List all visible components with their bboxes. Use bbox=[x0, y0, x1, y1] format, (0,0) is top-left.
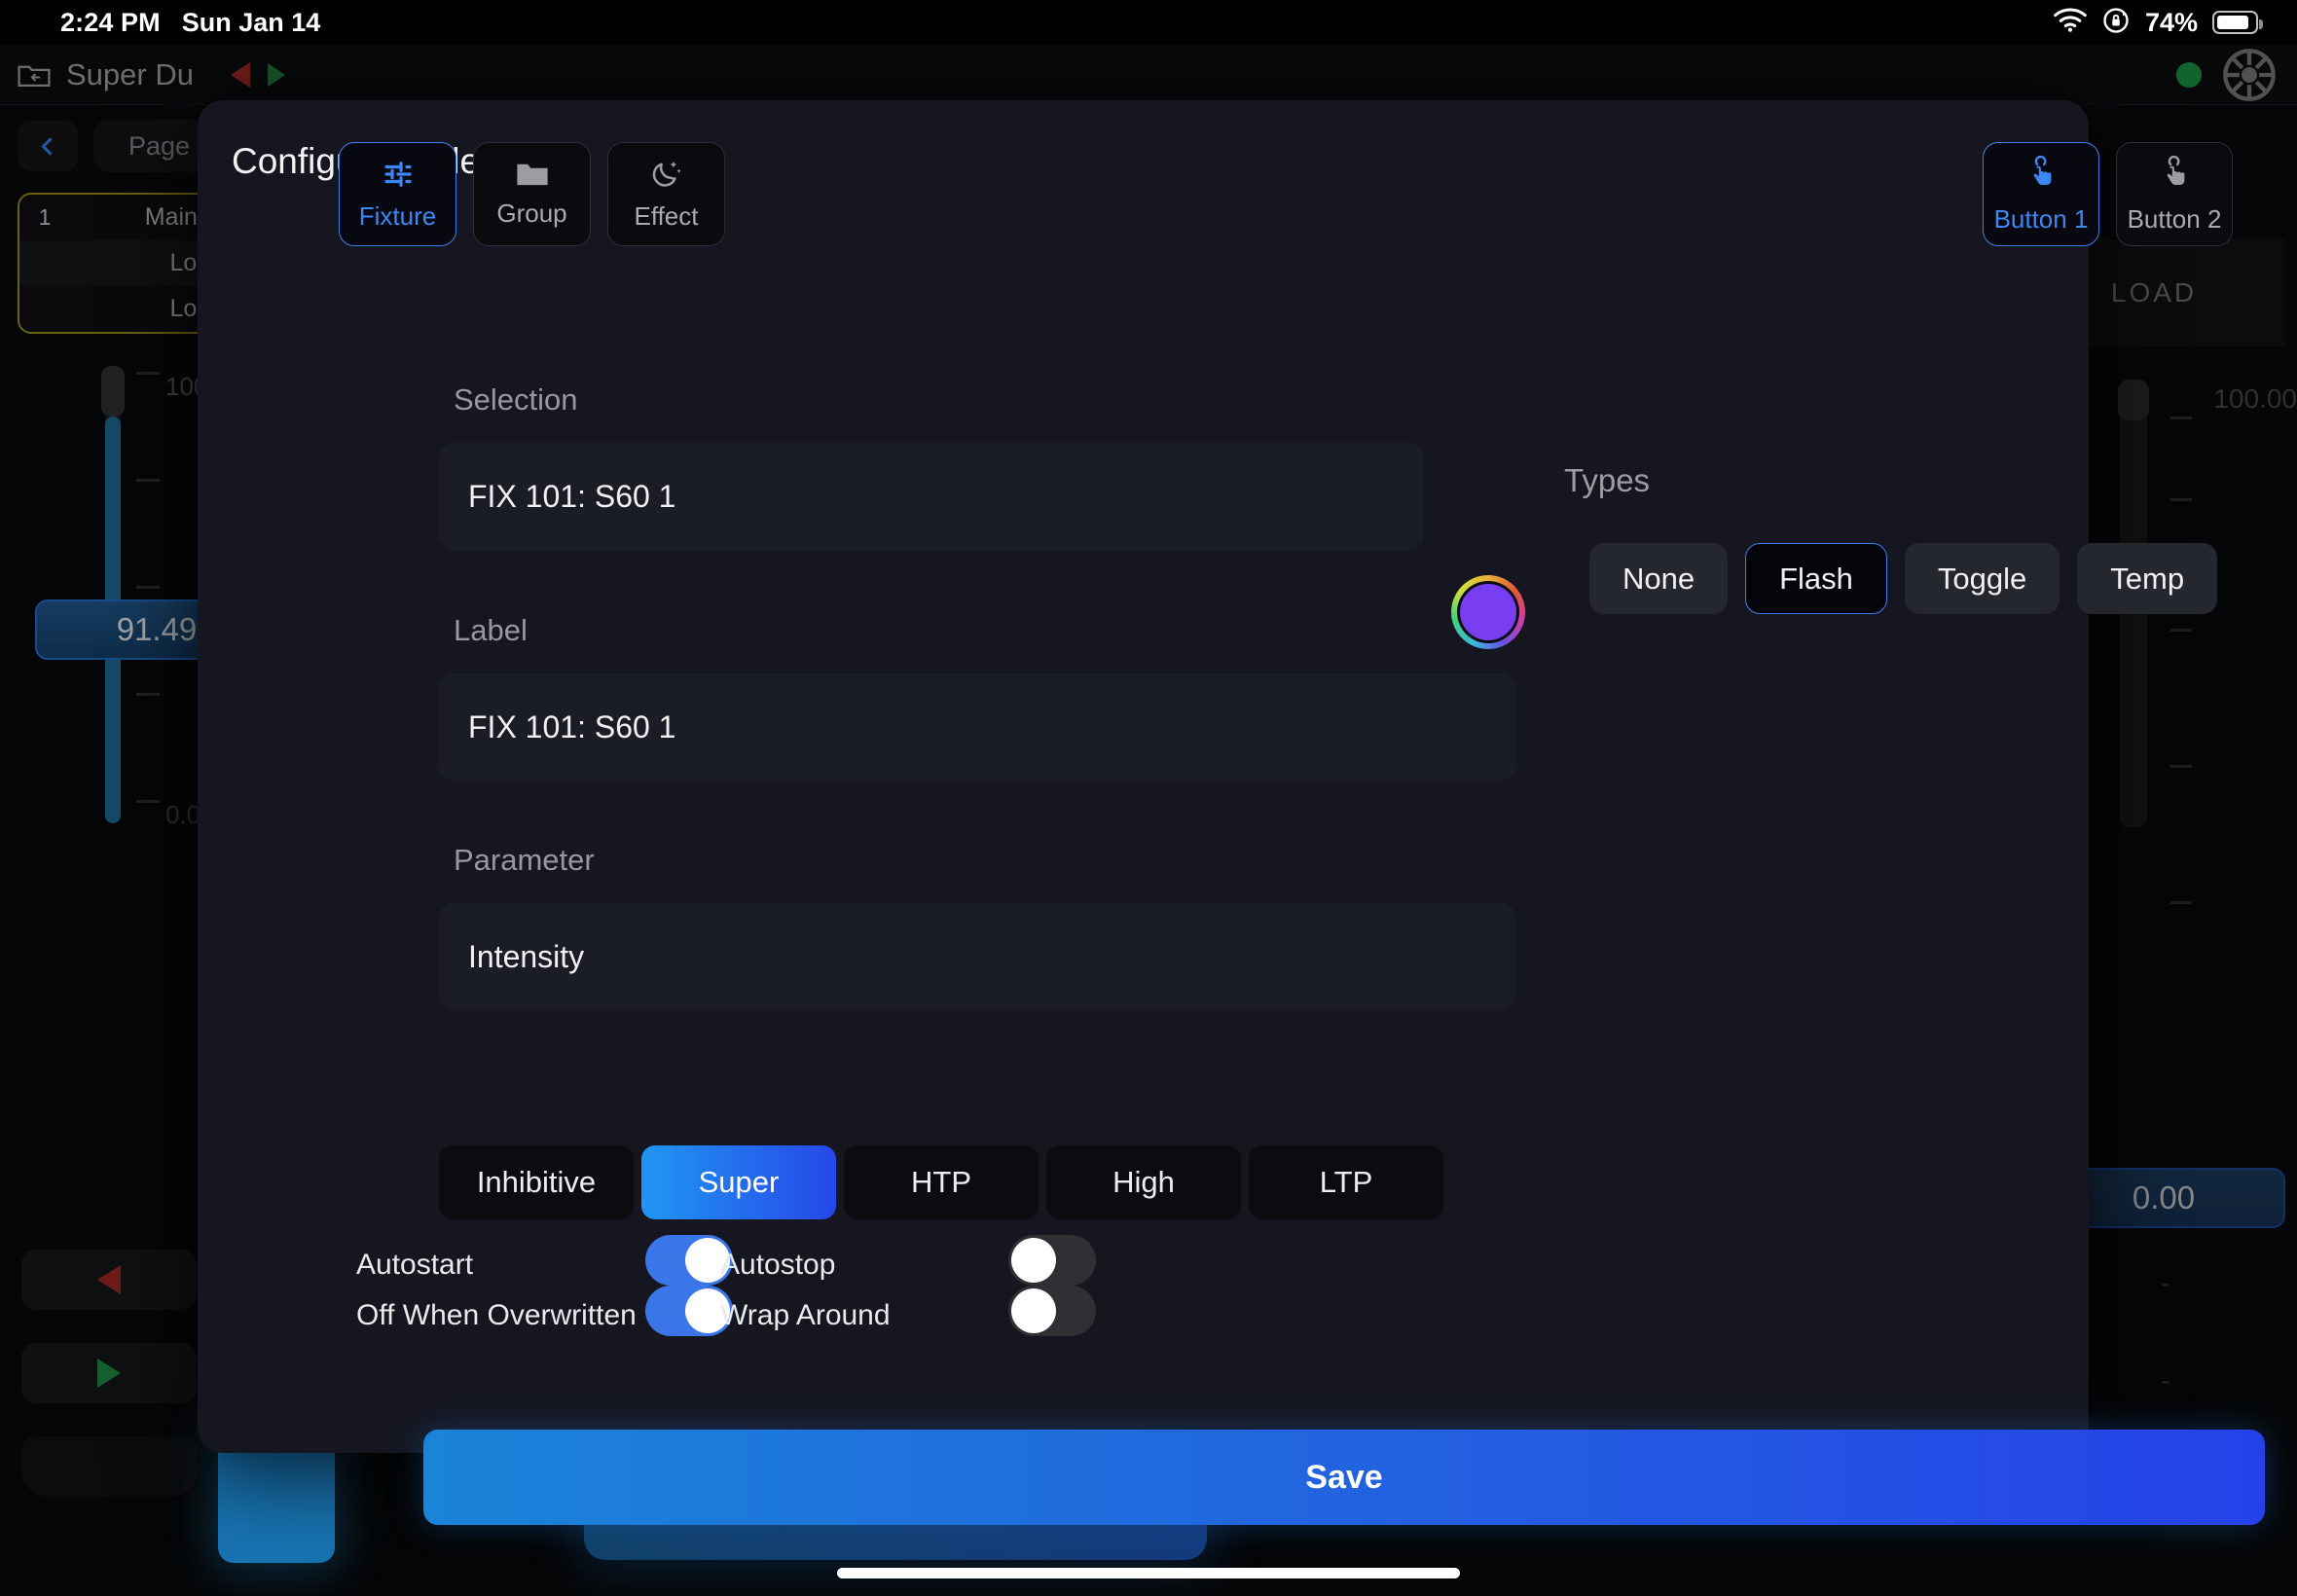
type-temp[interactable]: Temp bbox=[2077, 543, 2218, 614]
tap-hand-icon bbox=[2025, 155, 2057, 195]
autostart-label: Autostart bbox=[356, 1249, 474, 1281]
tab-button-1[interactable]: Button 1 bbox=[1983, 142, 2099, 246]
sliders-icon bbox=[381, 157, 416, 192]
priority-high[interactable]: High bbox=[1046, 1145, 1241, 1219]
tab-effect[interactable]: Effect bbox=[607, 142, 725, 246]
autostop-toggle[interactable] bbox=[1008, 1235, 1096, 1286]
priority-htp[interactable]: HTP bbox=[844, 1145, 1039, 1219]
types-option-group: None Flash Toggle Temp bbox=[1589, 543, 2218, 614]
label-field-label: Label bbox=[454, 613, 528, 647]
priority-super[interactable]: Super bbox=[641, 1145, 836, 1219]
status-bar-left: 2:24 PM Sun Jan 14 bbox=[60, 8, 320, 38]
status-bar-time: 2:24 PM bbox=[60, 7, 161, 37]
battery-icon bbox=[2212, 11, 2263, 34]
tab-button-1-label: Button 1 bbox=[1993, 203, 2089, 234]
priority-ltp[interactable]: LTP bbox=[1249, 1145, 1443, 1219]
selection-label: Selection bbox=[454, 382, 578, 417]
configure-fader-dialog: Configure Fader Fixture Group bbox=[198, 100, 2265, 1525]
tab-group[interactable]: Group bbox=[473, 142, 591, 246]
battery-percent: 74% bbox=[2144, 7, 2198, 37]
label-input[interactable]: FIX 101: S60 1 bbox=[439, 673, 1515, 780]
button-tab-group: Button 1 Button 2 bbox=[1983, 142, 2233, 246]
home-indicator bbox=[837, 1568, 1460, 1578]
wrap-around-toggle[interactable] bbox=[1008, 1286, 1096, 1336]
color-wheel-icon[interactable] bbox=[1451, 575, 1525, 649]
tab-button-2[interactable]: Button 2 bbox=[2116, 142, 2233, 246]
priority-option-group: Inhibitive Super HTP High LTP bbox=[439, 1145, 1443, 1219]
screen: 2:24 PM Sun Jan 14 74% Super Du Page 1 M… bbox=[0, 0, 2297, 1596]
priority-inhibitive[interactable]: Inhibitive bbox=[439, 1145, 634, 1219]
wifi-icon bbox=[2054, 8, 2087, 37]
type-flash[interactable]: Flash bbox=[1745, 543, 1887, 614]
folder-icon bbox=[515, 160, 550, 189]
selection-input[interactable]: FIX 101: S60 1 bbox=[439, 443, 1424, 550]
moon-stars-icon bbox=[649, 157, 684, 192]
selected-color bbox=[1460, 584, 1516, 640]
save-button[interactable]: Save bbox=[423, 1430, 2265, 1525]
source-tab-group: Fixture Group Effect bbox=[339, 142, 725, 246]
wrap-around-label: Wrap Around bbox=[720, 1299, 891, 1331]
off-when-overwritten-label: Off When Overwritten bbox=[356, 1299, 637, 1331]
parameter-input[interactable]: Intensity bbox=[439, 903, 1515, 1010]
tab-button-2-label: Button 2 bbox=[2127, 203, 2222, 234]
type-none[interactable]: None bbox=[1589, 543, 1729, 614]
status-bar-right: 74% bbox=[2054, 6, 2263, 40]
tab-fixture[interactable]: Fixture bbox=[339, 142, 456, 246]
tab-effect-label: Effect bbox=[634, 201, 699, 231]
tab-fixture-label: Fixture bbox=[358, 201, 437, 231]
tab-group-label: Group bbox=[496, 199, 567, 228]
parameter-field-label: Parameter bbox=[454, 843, 595, 877]
status-bar-date: Sun Jan 14 bbox=[181, 7, 321, 37]
autostop-label: Autostop bbox=[720, 1249, 836, 1281]
types-label: Types bbox=[1564, 462, 1651, 498]
rotation-lock-icon bbox=[2101, 6, 2131, 40]
type-toggle[interactable]: Toggle bbox=[1904, 543, 2060, 614]
ios-status-bar: 2:24 PM Sun Jan 14 74% bbox=[0, 0, 2297, 45]
tap-hand-icon bbox=[2159, 155, 2190, 195]
